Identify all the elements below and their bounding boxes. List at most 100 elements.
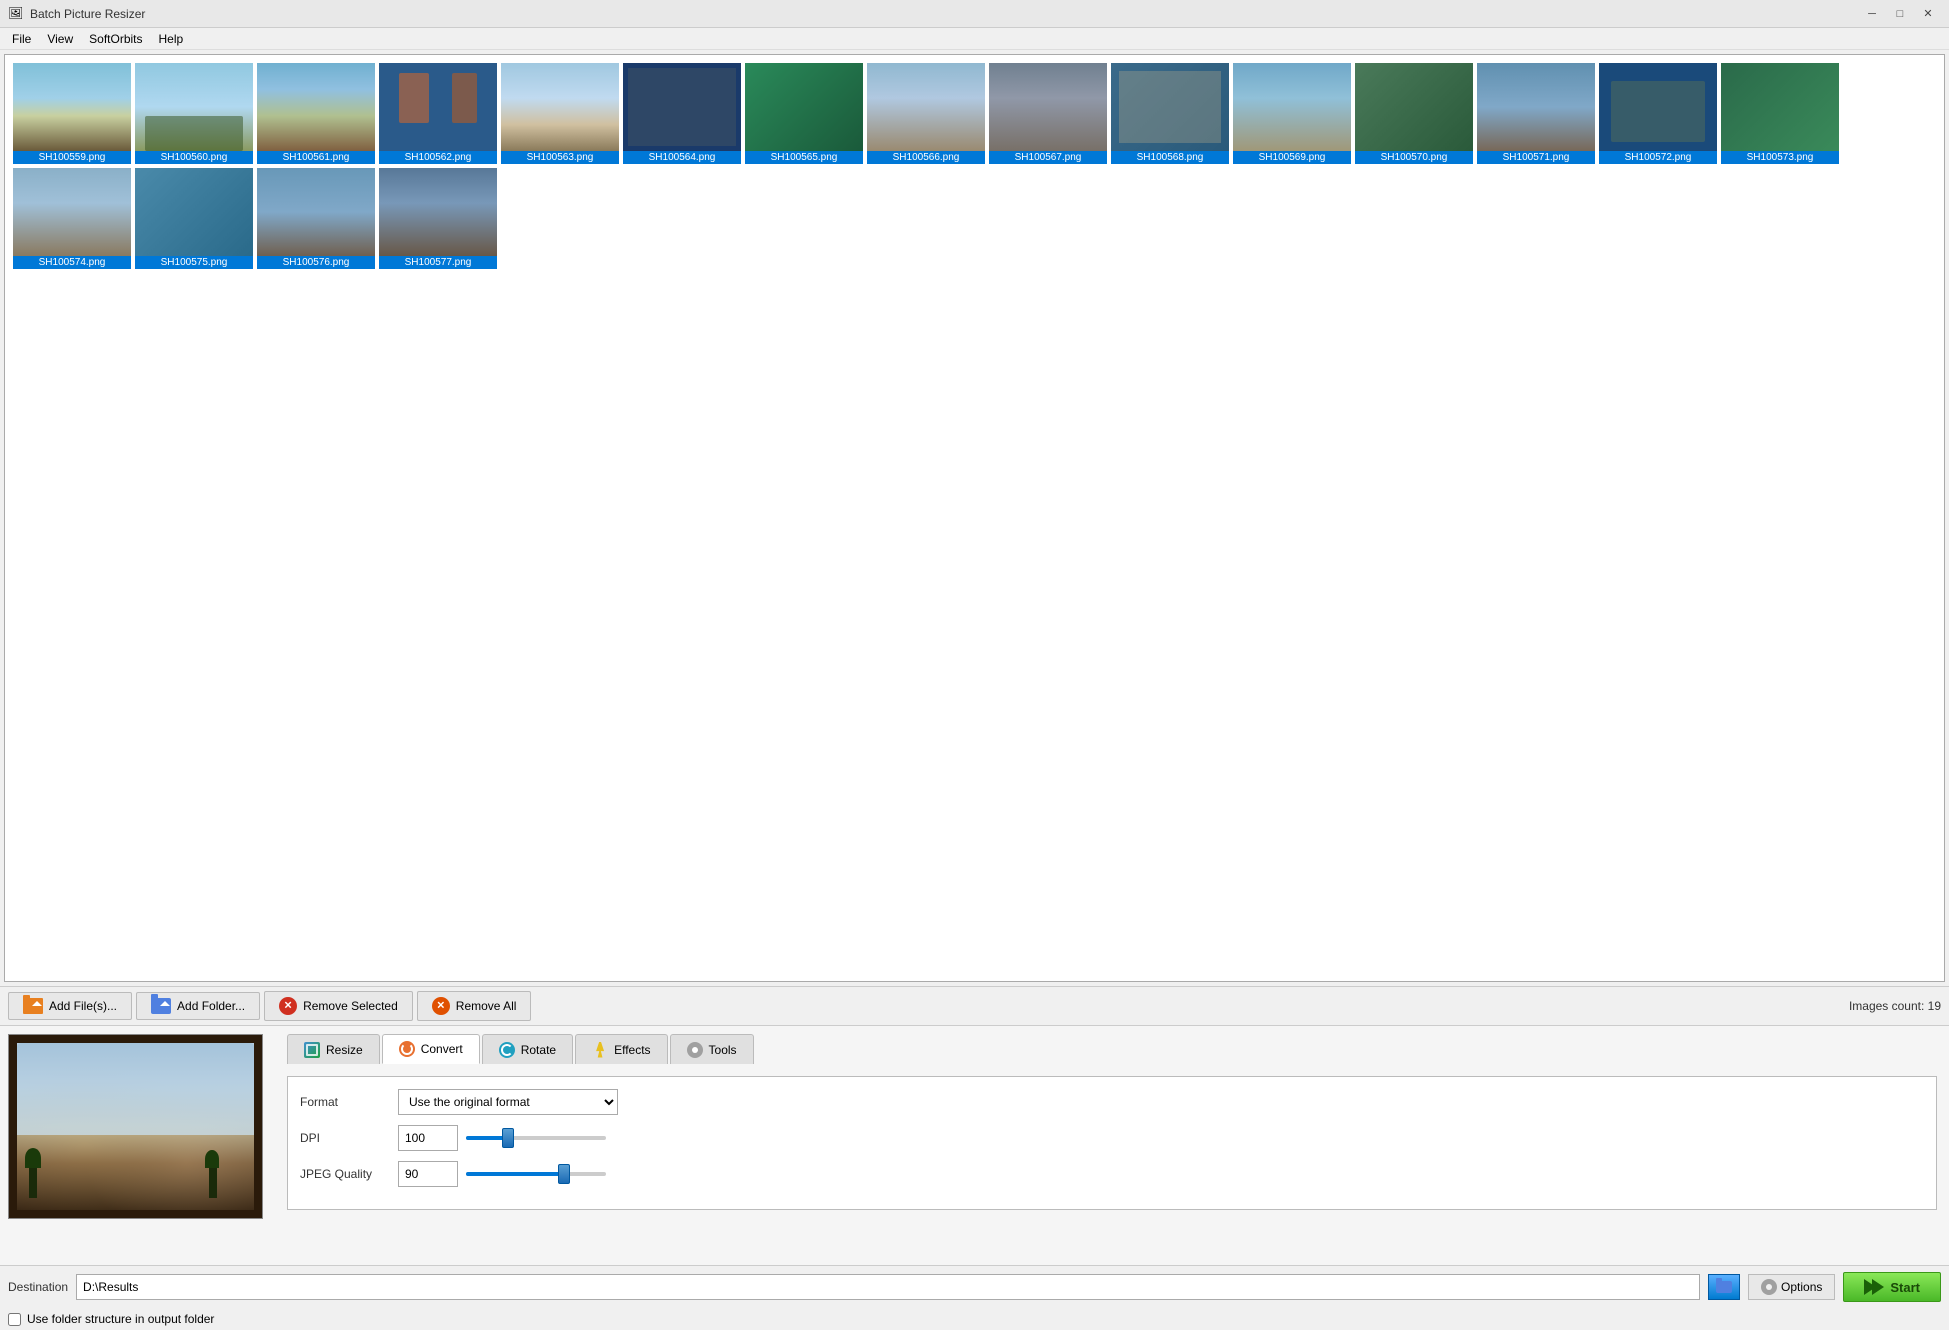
remove-selected-label: Remove Selected [303,999,398,1013]
thumbnail-label: SH100568.png [1111,151,1229,164]
list-item[interactable]: SH100569.png [1233,63,1351,164]
dpi-input[interactable] [398,1125,458,1151]
main-content: SH100559.png SH100560.png SH100561.png S… [0,50,1949,1330]
app-icon: 🖼 [8,6,24,22]
image-grid[interactable]: SH100559.png SH100560.png SH100561.png S… [4,54,1945,982]
list-item[interactable]: SH100568.png [1111,63,1229,164]
jpeg-slider-track[interactable] [466,1172,606,1176]
folder-structure-label[interactable]: Use folder structure in output folder [27,1312,214,1326]
format-select[interactable]: Use the original formatJPEGPNGBMPTIFFGIF… [398,1089,618,1115]
thumbnail-label: SH100577.png [379,256,497,269]
list-item[interactable]: SH100571.png [1477,63,1595,164]
preview-image [8,1034,263,1219]
close-button[interactable]: ✕ [1915,3,1941,25]
tab-tools[interactable]: Tools [670,1034,754,1064]
list-item[interactable]: SH100576.png [257,168,375,269]
thumbnail-label: SH100575.png [135,256,253,269]
thumbnail-image [745,63,863,151]
tab-convert[interactable]: Convert [382,1034,480,1064]
thumbnail-label: SH100573.png [1721,151,1839,164]
start-button[interactable]: Start [1843,1272,1941,1302]
menu-view[interactable]: View [39,30,81,48]
remove-selected-button[interactable]: ✕ Remove Selected [264,991,413,1021]
settings-panel: Resize Convert Rotate [275,1026,1949,1265]
folder-structure-checkbox[interactable] [8,1313,21,1326]
menu-softorbits[interactable]: SoftOrbits [81,30,150,48]
remove-all-icon: ✕ [432,997,450,1015]
destination-browse-button[interactable] [1708,1274,1740,1300]
list-item[interactable]: SH100572.png [1599,63,1717,164]
thumbnail-image [257,63,375,151]
thumbnail-image [989,63,1107,151]
list-item[interactable]: SH100559.png [13,63,131,164]
jpeg-quality-label: JPEG Quality [300,1167,390,1181]
dpi-slider-thumb[interactable] [502,1128,514,1148]
settings-content: Format Use the original formatJPEGPNGBMP… [287,1076,1937,1210]
tools-icon [687,1042,703,1058]
folder-icon [1716,1281,1732,1293]
options-label: Options [1781,1280,1822,1294]
dpi-slider-track[interactable] [466,1136,606,1140]
remove-all-button[interactable]: ✕ Remove All [417,991,532,1021]
tab-rotate[interactable]: Rotate [482,1034,573,1064]
thumbnail-label: SH100560.png [135,151,253,164]
list-item[interactable]: SH100566.png [867,63,985,164]
effects-icon [592,1042,608,1058]
thumbnail-image [867,63,985,151]
destination-input[interactable] [76,1274,1700,1300]
list-item[interactable]: SH100567.png [989,63,1107,164]
thumbnail-image [13,168,131,256]
thumbnail-label: SH100563.png [501,151,619,164]
list-item[interactable]: SH100560.png [135,63,253,164]
tab-tools-label: Tools [709,1043,737,1057]
thumbnail-label: SH100574.png [13,256,131,269]
window-controls: ─ □ ✕ [1859,3,1941,25]
list-item[interactable]: SH100577.png [379,168,497,269]
add-folder-button[interactable]: Add Folder... [136,992,260,1020]
thumbnail-label: SH100564.png [623,151,741,164]
minimize-button[interactable]: ─ [1859,3,1885,25]
tab-effects-label: Effects [614,1043,650,1057]
format-label: Format [300,1095,390,1109]
thumbnail-label: SH100576.png [257,256,375,269]
thumbnail-label: SH100561.png [257,151,375,164]
thumbnail-image [1721,63,1839,151]
tab-resize[interactable]: Resize [287,1034,380,1064]
tab-effects[interactable]: Effects [575,1034,667,1064]
thumbnail-image [1599,63,1717,151]
add-files-button[interactable]: Add File(s)... [8,992,132,1020]
list-item[interactable]: SH100563.png [501,63,619,164]
thumbnail-label: SH100572.png [1599,151,1717,164]
list-item[interactable]: SH100565.png [745,63,863,164]
images-count: Images count: 19 [1849,999,1941,1013]
add-files-label: Add File(s)... [49,999,117,1013]
jpeg-slider-thumb[interactable] [558,1164,570,1184]
restore-button[interactable]: □ [1887,3,1913,25]
format-row: Format Use the original formatJPEGPNGBMP… [300,1089,1924,1115]
list-item[interactable]: SH100575.png [135,168,253,269]
list-item[interactable]: SH100570.png [1355,63,1473,164]
toolbar: Add File(s)... Add Folder... ✕ Remove Se… [0,986,1949,1025]
menu-help[interactable]: Help [151,30,192,48]
thumbnail-image [501,63,619,151]
list-item[interactable]: SH100564.png [623,63,741,164]
thumbnail-image [13,63,131,151]
thumbnail-label: SH100562.png [379,151,497,164]
remove-all-label: Remove All [456,999,517,1013]
options-button[interactable]: Options [1748,1274,1835,1300]
menu-file[interactable]: File [4,30,39,48]
destination-label: Destination [8,1280,68,1294]
thumbnail-label: SH100571.png [1477,151,1595,164]
tabs-wrapper: Resize Convert Rotate [287,1034,1937,1077]
list-item[interactable]: SH100561.png [257,63,375,164]
list-item[interactable]: SH100574.png [13,168,131,269]
remove-selected-icon: ✕ [279,997,297,1015]
list-item[interactable]: SH100573.png [1721,63,1839,164]
bottom-panel: Resize Convert Rotate [0,1025,1949,1265]
list-item[interactable]: SH100562.png [379,63,497,164]
jpeg-quality-input[interactable] [398,1161,458,1187]
preview-area [0,1026,275,1265]
thumbnail-label: SH100569.png [1233,151,1351,164]
dpi-row: DPI [300,1125,1924,1151]
thumbnail-image [1355,63,1473,151]
